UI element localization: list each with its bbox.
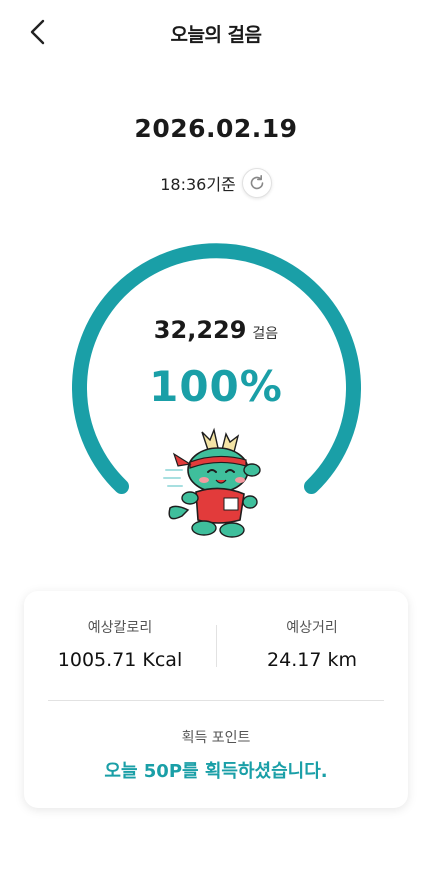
step-unit: 걸음 bbox=[252, 326, 279, 342]
steps-row: 32,229 걸음 bbox=[0, 316, 432, 344]
as-of-row: 18:36기준 bbox=[0, 168, 432, 198]
points-label: 획득 포인트 bbox=[181, 730, 251, 746]
summary-card: 예상칼로리 1005.71 Kcal 예상거리 24.17 km 획득 포인트 … bbox=[24, 591, 408, 808]
distance-stat: 예상거리 24.17 km bbox=[216, 617, 408, 671]
step-count: 32,229 bbox=[153, 316, 247, 344]
page-title: 오늘의 걸음 bbox=[170, 24, 262, 46]
distance-value: 24.17 km bbox=[267, 649, 357, 671]
refresh-icon bbox=[250, 175, 264, 190]
refresh-button[interactable] bbox=[241, 168, 272, 198]
date-label: 2026.02.19 bbox=[134, 114, 298, 143]
distance-label: 예상거리 bbox=[286, 620, 338, 636]
calories-stat: 예상칼로리 1005.71 Kcal bbox=[24, 617, 216, 671]
dragon-mascot bbox=[163, 427, 261, 538]
horizontal-divider bbox=[48, 700, 384, 701]
calories-label: 예상칼로리 bbox=[87, 620, 153, 636]
calories-value: 1005.71 Kcal bbox=[57, 649, 183, 671]
top-bar: 오늘의 걸음 bbox=[0, 0, 432, 64]
goal-percent: 100% bbox=[149, 362, 283, 411]
as-of-time: 18:36기준 bbox=[160, 175, 236, 194]
points-message: 오늘 50P를 획득하셨습니다. bbox=[104, 761, 328, 782]
